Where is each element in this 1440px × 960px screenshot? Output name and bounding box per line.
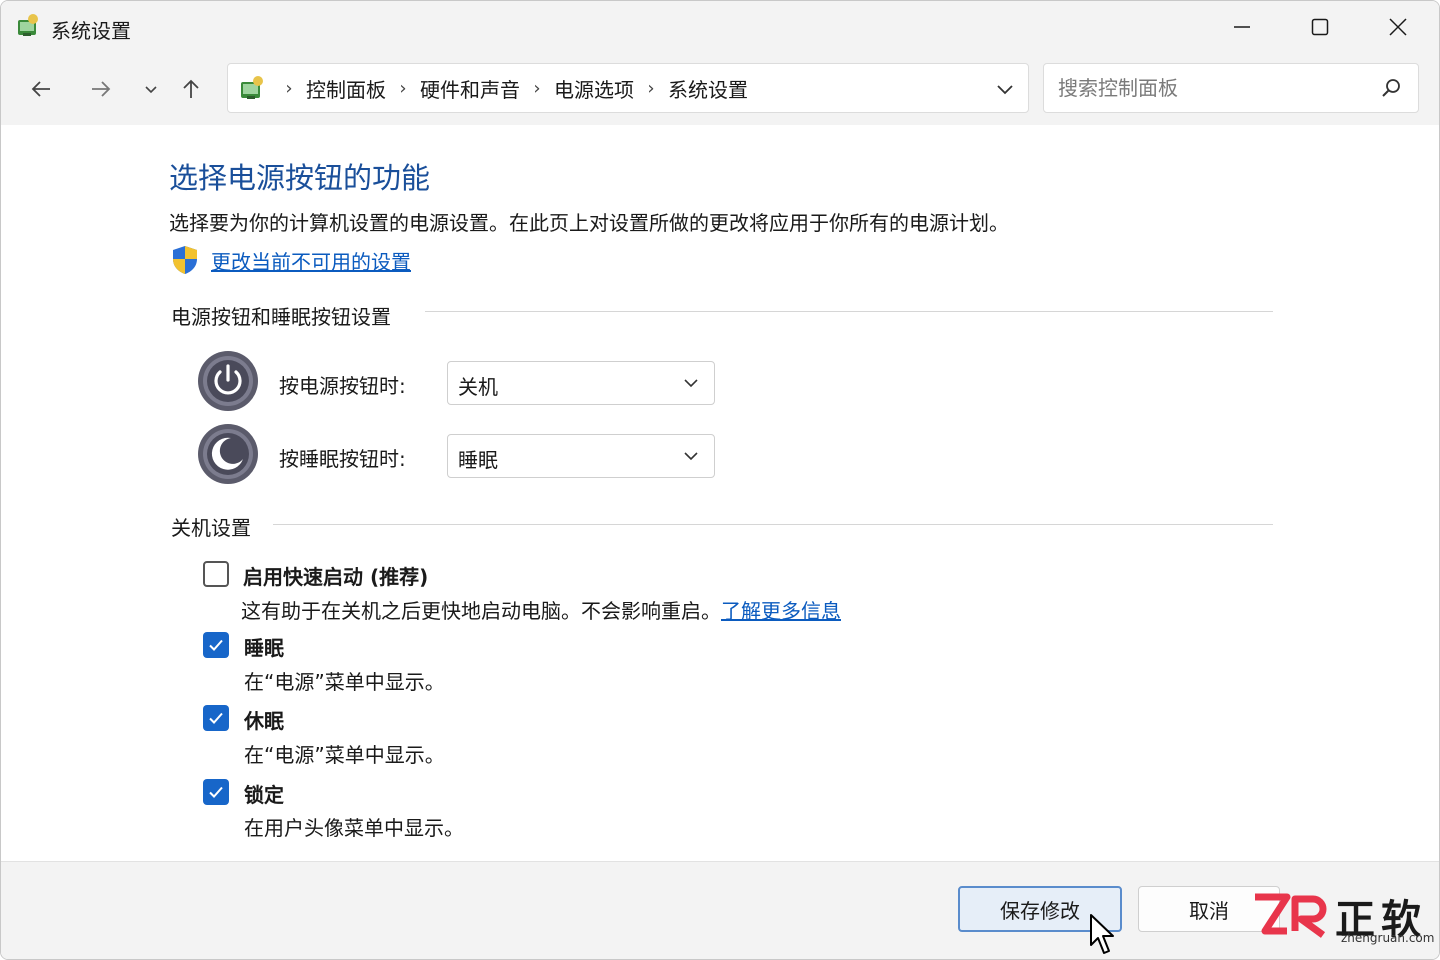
breadcrumb-control-panel[interactable]: 控制面板: [304, 74, 388, 103]
hibernate-option-description: 在“电源”菜单中显示。: [244, 743, 445, 767]
breadcrumb-hardware-sound[interactable]: 硬件和声音: [418, 74, 522, 103]
shutdown-section-heading: 关机设置: [171, 512, 267, 541]
sleep-button-action-value: 睡眠: [458, 448, 498, 472]
recent-locations-button[interactable]: [135, 69, 167, 109]
dialog-footer: 保存修改 取消: [1, 861, 1439, 959]
section-divider: [273, 524, 1273, 525]
maximize-icon: [1311, 18, 1329, 36]
minimize-icon: [1234, 26, 1250, 28]
sleep-option-label[interactable]: 睡眠: [244, 632, 284, 661]
chevron-right-icon: ›: [533, 77, 541, 99]
close-icon: [1389, 18, 1407, 36]
checkmark-icon: [209, 639, 223, 651]
fast-startup-label[interactable]: 启用快速启动 (推荐): [243, 561, 428, 590]
section-divider: [425, 311, 1273, 312]
maximize-button[interactable]: [1281, 1, 1359, 53]
chevron-down-icon: [997, 85, 1013, 95]
lock-checkbox[interactable]: [203, 779, 229, 805]
search-box[interactable]: [1043, 63, 1419, 113]
close-button[interactable]: [1359, 1, 1437, 53]
lock-option-description: 在用户头像菜单中显示。: [244, 816, 464, 840]
zr-logo-icon: [1255, 893, 1327, 938]
search-icon[interactable]: [1380, 77, 1402, 99]
breadcrumb: › 控制面板 › 硬件和声音 › 电源选项 › 系统设置: [274, 64, 750, 112]
forward-button[interactable]: [81, 69, 121, 109]
title-bar: 系统设置: [1, 1, 1439, 53]
sleep-button-label: 按睡眠按钮时:: [279, 447, 406, 471]
hibernate-checkbox[interactable]: [203, 705, 229, 731]
arrow-up-icon: [183, 79, 199, 98]
lock-option-label[interactable]: 锁定: [244, 779, 284, 808]
chevron-right-icon: ›: [647, 77, 655, 99]
checkmark-icon: [209, 712, 223, 724]
minimize-button[interactable]: [1203, 1, 1281, 53]
sleep-button-icon: [198, 424, 258, 484]
main-content: 选择电源按钮的功能 选择要为你的计算机设置的电源设置。在此页上对设置所做的更改将…: [1, 125, 1439, 861]
hibernate-option-label[interactable]: 休眠: [244, 705, 284, 734]
breadcrumb-system-settings[interactable]: 系统设置: [666, 74, 750, 103]
search-input[interactable]: [1056, 70, 1360, 106]
arrow-right-icon: [92, 81, 111, 97]
up-button[interactable]: [171, 69, 211, 109]
sleep-button-action-select[interactable]: 睡眠: [447, 434, 715, 478]
fast-startup-desc-text: 这有助于在关机之后更快地启动电脑。不会影响重启。: [241, 599, 721, 623]
power-button-action-value: 关机: [458, 375, 498, 399]
control-panel-icon: [18, 14, 38, 36]
sleep-option-description: 在“电源”菜单中显示。: [244, 670, 445, 694]
address-dropdown-button[interactable]: [992, 76, 1018, 102]
sleep-checkbox[interactable]: [203, 632, 229, 658]
power-button-label: 按电源按钮时:: [279, 374, 406, 398]
power-button-icon: [198, 351, 258, 411]
change-unavailable-settings-link[interactable]: 更改当前不可用的设置: [211, 246, 411, 275]
chevron-down-icon: [684, 379, 698, 388]
checkmark-icon: [209, 786, 223, 798]
breadcrumb-power-options[interactable]: 电源选项: [552, 74, 636, 103]
chevron-right-icon: ›: [399, 77, 407, 99]
address-bar[interactable]: › 控制面板 › 硬件和声音 › 电源选项 › 系统设置: [227, 63, 1029, 113]
back-button[interactable]: [21, 69, 61, 109]
chevron-down-icon: [684, 452, 698, 461]
chevron-down-icon: [145, 86, 157, 94]
learn-more-link[interactable]: 了解更多信息: [721, 599, 841, 623]
watermark: 正软 zhengruan.com: [1251, 887, 1435, 953]
power-buttons-section-heading: 电源按钮和睡眠按钮设置: [171, 301, 407, 330]
system-settings-window: 系统设置 › 控制面板 › 硬件和声音 › 电源选项 › 系统设置 搜索控制面板…: [0, 0, 1440, 960]
navigation-bar: › 控制面板 › 硬件和声音 › 电源选项 › 系统设置: [1, 53, 1439, 125]
fast-startup-checkbox[interactable]: [203, 561, 229, 587]
page-description: 选择要为你的计算机设置的电源设置。在此页上对设置所做的更改将应用于你所有的电源计…: [169, 211, 1009, 235]
chevron-right-icon: ›: [285, 77, 293, 99]
window-title: 系统设置: [51, 19, 131, 43]
watermark-url: zhengruan.com: [1341, 931, 1435, 945]
arrow-left-icon: [31, 81, 50, 97]
fast-startup-description: 这有助于在关机之后更快地启动电脑。不会影响重启。了解更多信息: [241, 595, 841, 624]
page-title: 选择电源按钮的功能: [169, 161, 431, 195]
uac-shield-icon: [173, 246, 197, 274]
power-button-action-select[interactable]: 关机: [447, 361, 715, 405]
mouse-cursor-icon: [1090, 914, 1114, 954]
control-panel-icon: [241, 76, 263, 99]
